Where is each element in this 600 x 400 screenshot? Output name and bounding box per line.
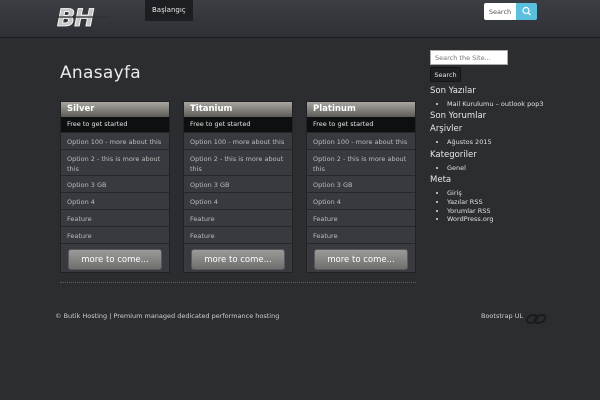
meta-link-posts-rss[interactable]: Yazılar RSS bbox=[447, 198, 494, 207]
svg-text:BH: BH bbox=[57, 4, 94, 32]
plan-feature: Option 4 bbox=[184, 192, 292, 209]
archives-list: Ağustos 2015 bbox=[430, 138, 492, 147]
site-logo[interactable]: BH bbox=[56, 4, 110, 32]
plan-feature: Feature bbox=[61, 209, 169, 226]
plan-feature: Option 3 GB bbox=[184, 175, 292, 192]
widget-title: Arşivler bbox=[430, 124, 463, 134]
more-to-come-button[interactable]: more to come... bbox=[191, 249, 285, 270]
plan-name: Platinum bbox=[307, 102, 415, 117]
nav-home-link[interactable]: Başlangıç bbox=[145, 0, 193, 21]
page-title: Anasayfa bbox=[60, 63, 141, 83]
plan-feature: Option 2 - this is more about this bbox=[61, 149, 169, 175]
plan-feature: Feature bbox=[184, 226, 292, 243]
plan-feature: Feature bbox=[61, 226, 169, 243]
pricing-plans: Silver Free to get started Option 100 - … bbox=[60, 101, 416, 273]
pricing-plan-titanium: Titanium Free to get started Option 100 … bbox=[183, 101, 293, 273]
chain-link-icon bbox=[525, 313, 547, 325]
pricing-plan-silver: Silver Free to get started Option 100 - … bbox=[60, 101, 170, 273]
plan-feature: Option 3 GB bbox=[61, 175, 169, 192]
recent-posts-list: Mail Kurulumu – outlook pop3 bbox=[430, 100, 543, 109]
plan-feature: Option 100 - more about this bbox=[184, 132, 292, 149]
plan-feature: Feature bbox=[307, 226, 415, 243]
footer-credit-link[interactable]: Bootstrap UL bbox=[481, 312, 523, 320]
footer-copyright: © Butik Hosting | Premium managed dedica… bbox=[55, 312, 280, 320]
categories-list: Genel bbox=[430, 164, 477, 173]
more-to-come-button[interactable]: more to come... bbox=[68, 249, 162, 270]
plan-feature: Option 4 bbox=[307, 192, 415, 209]
search-icon-glyph bbox=[522, 6, 531, 16]
meta-link-wordpress[interactable]: WordPress.org bbox=[447, 215, 494, 224]
top-navbar: BH Başlangıç Search bbox=[0, 0, 600, 38]
plan-feature: Option 4 bbox=[61, 192, 169, 209]
plan-footer: more to come... bbox=[61, 243, 169, 275]
plan-name: Silver bbox=[61, 102, 169, 117]
plan-tagline: Free to get started bbox=[184, 117, 292, 132]
plan-feature: Option 3 GB bbox=[307, 175, 415, 192]
widget-title: Kategoriler bbox=[430, 150, 477, 160]
plan-feature: Option 100 - more about this bbox=[61, 132, 169, 149]
sidebar-search-input[interactable] bbox=[430, 50, 508, 65]
widget-recent-comments: Son Yorumlar bbox=[430, 111, 486, 122]
pricing-plan-platinum: Platinum Free to get started Option 100 … bbox=[306, 101, 416, 273]
more-to-come-button[interactable]: more to come... bbox=[314, 249, 408, 270]
plan-feature: Option 2 - this is more about this bbox=[307, 149, 415, 175]
plan-feature: Feature bbox=[184, 209, 292, 226]
plan-feature: Option 100 - more about this bbox=[307, 132, 415, 149]
plan-tagline: Free to get started bbox=[307, 117, 415, 132]
archive-link[interactable]: Ağustos 2015 bbox=[447, 138, 492, 147]
sidebar-search-button[interactable]: Search bbox=[430, 67, 461, 82]
widget-archives: Arşivler Ağustos 2015 bbox=[430, 124, 492, 147]
plan-footer: more to come... bbox=[184, 243, 292, 275]
category-link[interactable]: Genel bbox=[447, 164, 477, 173]
widget-categories: Kategoriler Genel bbox=[430, 150, 477, 173]
content-divider bbox=[60, 282, 416, 283]
recent-post-link[interactable]: Mail Kurulumu – outlook pop3 bbox=[447, 100, 543, 109]
widget-recent-posts: Son Yazılar Mail Kurulumu – outlook pop3 bbox=[430, 86, 543, 109]
widget-meta: Meta Giriş Yazılar RSS Yorumlar RSS Word… bbox=[430, 175, 494, 224]
header-search-button[interactable]: Search bbox=[484, 3, 516, 20]
meta-link-comments-rss[interactable]: Yorumlar RSS bbox=[447, 207, 494, 216]
widget-title: Son Yazılar bbox=[430, 86, 476, 96]
meta-list: Giriş Yazılar RSS Yorumlar RSS WordPress… bbox=[430, 189, 494, 224]
widget-title: Meta bbox=[430, 175, 452, 185]
widget-title: Son Yorumlar bbox=[430, 111, 487, 121]
plan-name: Titanium bbox=[184, 102, 292, 117]
plan-feature: Option 2 - this is more about this bbox=[184, 149, 292, 175]
search-icon[interactable] bbox=[516, 3, 537, 20]
plan-tagline: Free to get started bbox=[61, 117, 169, 132]
plan-feature: Feature bbox=[307, 209, 415, 226]
plan-footer: more to come... bbox=[307, 243, 415, 275]
meta-link-login[interactable]: Giriş bbox=[447, 189, 494, 198]
